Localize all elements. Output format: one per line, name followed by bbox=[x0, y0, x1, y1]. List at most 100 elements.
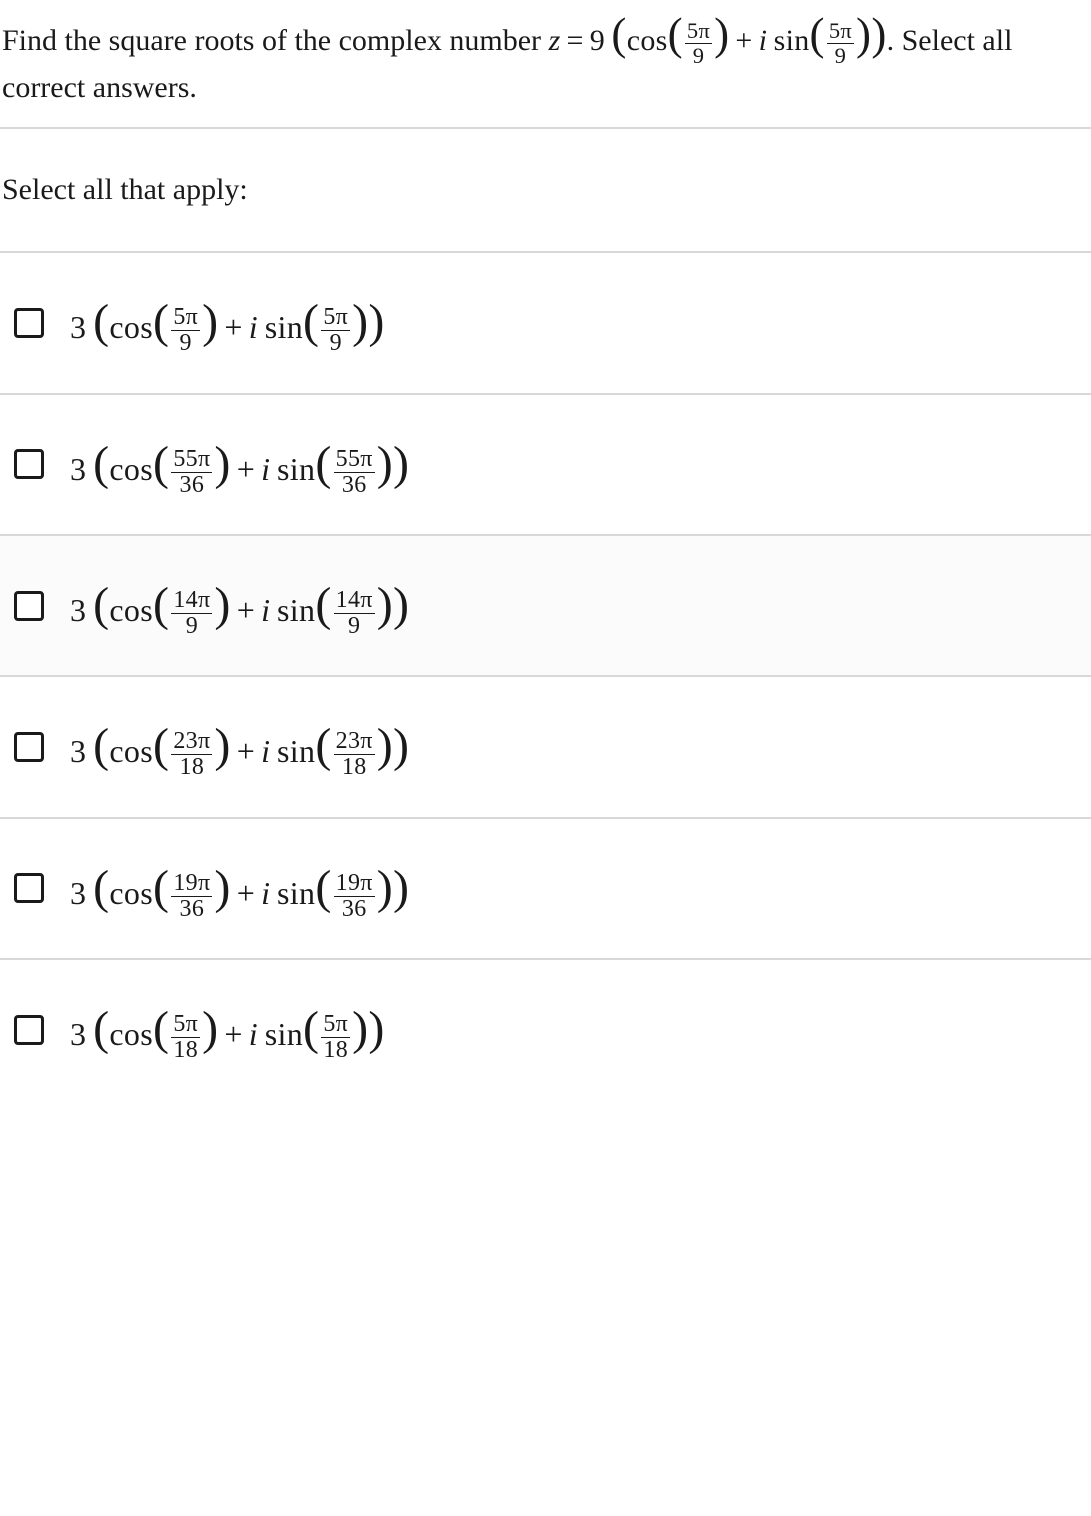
equals: = bbox=[561, 24, 590, 57]
inner-lparen2-icon: ( bbox=[315, 437, 331, 490]
option-checkbox-4[interactable] bbox=[14, 873, 44, 903]
big-rparen-icon: ) bbox=[368, 1002, 384, 1055]
inner-rparen-1: ) bbox=[714, 9, 729, 59]
cos-label: cos bbox=[109, 875, 153, 911]
opt-den-b: 36 bbox=[334, 472, 375, 498]
opt-num-a: 19π bbox=[171, 871, 212, 896]
inner-rparen-icon: ) bbox=[214, 719, 230, 772]
option-label-0: 3 (cos(5π9)+i sin(5π9)) bbox=[70, 289, 385, 356]
inner-lparen-icon: ( bbox=[153, 719, 169, 772]
opt-den-a: 36 bbox=[171, 896, 212, 922]
i-unit: i bbox=[759, 24, 768, 57]
opt-coef: 3 bbox=[70, 1016, 86, 1052]
big-rparen-icon: ) bbox=[393, 861, 409, 914]
opt-den-a: 9 bbox=[171, 330, 200, 356]
plus-sign: + bbox=[218, 309, 248, 345]
option-checkbox-3[interactable] bbox=[14, 732, 44, 762]
opt-num-b: 5π bbox=[321, 1012, 350, 1037]
opt-coef: 3 bbox=[70, 592, 86, 628]
opt-coef: 3 bbox=[70, 309, 86, 345]
cos-label: cos bbox=[109, 592, 153, 628]
frac-num-b: 5π bbox=[827, 19, 854, 43]
plus-sign: + bbox=[231, 875, 261, 911]
cos-label: cos bbox=[627, 24, 668, 57]
question-text: Find the square roots of the complex num… bbox=[0, 0, 1091, 129]
option-row-2[interactable]: 3 (cos(14π9)+i sin(14π9)) bbox=[0, 536, 1091, 677]
big-lparen-icon: ( bbox=[93, 578, 109, 631]
opt-num-b: 5π bbox=[321, 305, 350, 330]
option-label-1: 3 (cos(55π36)+i sin(55π36)) bbox=[70, 431, 409, 498]
big-lparen-icon: ( bbox=[93, 719, 109, 772]
cos-label: cos bbox=[109, 309, 153, 345]
opt-den-b: 18 bbox=[334, 754, 375, 780]
inner-rparen2-icon: ) bbox=[352, 295, 368, 348]
option-row-0[interactable]: 3 (cos(5π9)+i sin(5π9)) bbox=[0, 253, 1091, 394]
frac-den-b: 9 bbox=[827, 43, 854, 68]
plus-sign: + bbox=[231, 733, 261, 769]
inner-lparen-1: ( bbox=[668, 9, 683, 59]
opt-num-b: 23π bbox=[334, 729, 375, 754]
inner-rparen2-icon: ) bbox=[377, 719, 393, 772]
option-row-1[interactable]: 3 (cos(55π36)+i sin(55π36)) bbox=[0, 395, 1091, 536]
plus-sign: + bbox=[231, 451, 261, 487]
inner-rparen-icon: ) bbox=[202, 1002, 218, 1055]
option-row-3[interactable]: 3 (cos(23π18)+i sin(23π18)) bbox=[0, 677, 1091, 818]
big-rparen-icon: ) bbox=[393, 719, 409, 772]
plus-sign: + bbox=[231, 592, 261, 628]
question-prefix: Find the square roots of the complex num… bbox=[2, 24, 549, 57]
big-lparen-icon: ( bbox=[93, 295, 109, 348]
inner-lparen-icon: ( bbox=[153, 861, 169, 914]
cos-label: cos bbox=[109, 1016, 153, 1052]
opt-den-a: 9 bbox=[171, 613, 212, 639]
opt-den-b: 18 bbox=[321, 1037, 350, 1063]
instructions-text: Select all that apply: bbox=[0, 129, 1091, 253]
opt-frac-b: 19π36 bbox=[334, 871, 375, 922]
opt-den-b: 9 bbox=[321, 330, 350, 356]
option-checkbox-0[interactable] bbox=[14, 308, 44, 338]
option-checkbox-5[interactable] bbox=[14, 1015, 44, 1045]
i-unit: i bbox=[261, 451, 270, 487]
opt-coef: 3 bbox=[70, 733, 86, 769]
big-lparen-icon: ( bbox=[93, 437, 109, 490]
opt-coef: 3 bbox=[70, 875, 86, 911]
options-list: 3 (cos(5π9)+i sin(5π9))3 (cos(55π36)+i s… bbox=[0, 253, 1091, 1099]
opt-num-a: 55π bbox=[171, 447, 212, 472]
inner-lparen-icon: ( bbox=[153, 1002, 169, 1055]
sin-label: sin bbox=[265, 1016, 303, 1052]
opt-den-a: 18 bbox=[171, 754, 212, 780]
option-label-4: 3 (cos(19π36)+i sin(19π36)) bbox=[70, 855, 409, 922]
inner-lparen-icon: ( bbox=[153, 295, 169, 348]
inner-lparen2-icon: ( bbox=[315, 861, 331, 914]
frac-den: 9 bbox=[685, 43, 712, 68]
opt-frac-a: 19π36 bbox=[171, 871, 212, 922]
i-unit: i bbox=[249, 309, 258, 345]
opt-den-a: 18 bbox=[171, 1037, 200, 1063]
frac-5pi-9-b: 5π 9 bbox=[827, 19, 854, 67]
i-unit: i bbox=[261, 592, 270, 628]
inner-rparen2-icon: ) bbox=[377, 861, 393, 914]
opt-frac-b: 14π9 bbox=[334, 588, 375, 639]
sin-label: sin bbox=[277, 875, 315, 911]
big-lparen-icon: ( bbox=[93, 861, 109, 914]
inner-rparen2-icon: ) bbox=[352, 1002, 368, 1055]
opt-num-b: 14π bbox=[334, 588, 375, 613]
opt-frac-b: 23π18 bbox=[334, 729, 375, 780]
opt-num-b: 55π bbox=[334, 447, 375, 472]
frac-5pi-9-a: 5π 9 bbox=[685, 19, 712, 67]
inner-rparen2-icon: ) bbox=[377, 437, 393, 490]
inner-lparen2-icon: ( bbox=[303, 1002, 319, 1055]
inner-rparen-icon: ) bbox=[214, 578, 230, 631]
option-checkbox-1[interactable] bbox=[14, 449, 44, 479]
big-lparen: ( bbox=[611, 9, 626, 59]
opt-frac-b: 55π36 bbox=[334, 447, 375, 498]
option-row-4[interactable]: 3 (cos(19π36)+i sin(19π36)) bbox=[0, 819, 1091, 960]
sin-label: sin bbox=[265, 309, 303, 345]
opt-den-b: 36 bbox=[334, 896, 375, 922]
inner-lparen2-icon: ( bbox=[303, 295, 319, 348]
option-checkbox-2[interactable] bbox=[14, 591, 44, 621]
option-row-5[interactable]: 3 (cos(5π18)+i sin(5π18)) bbox=[0, 960, 1091, 1099]
opt-coef: 3 bbox=[70, 451, 86, 487]
opt-frac-a: 14π9 bbox=[171, 588, 212, 639]
cos-label: cos bbox=[109, 733, 153, 769]
sin-label: sin bbox=[774, 24, 810, 57]
